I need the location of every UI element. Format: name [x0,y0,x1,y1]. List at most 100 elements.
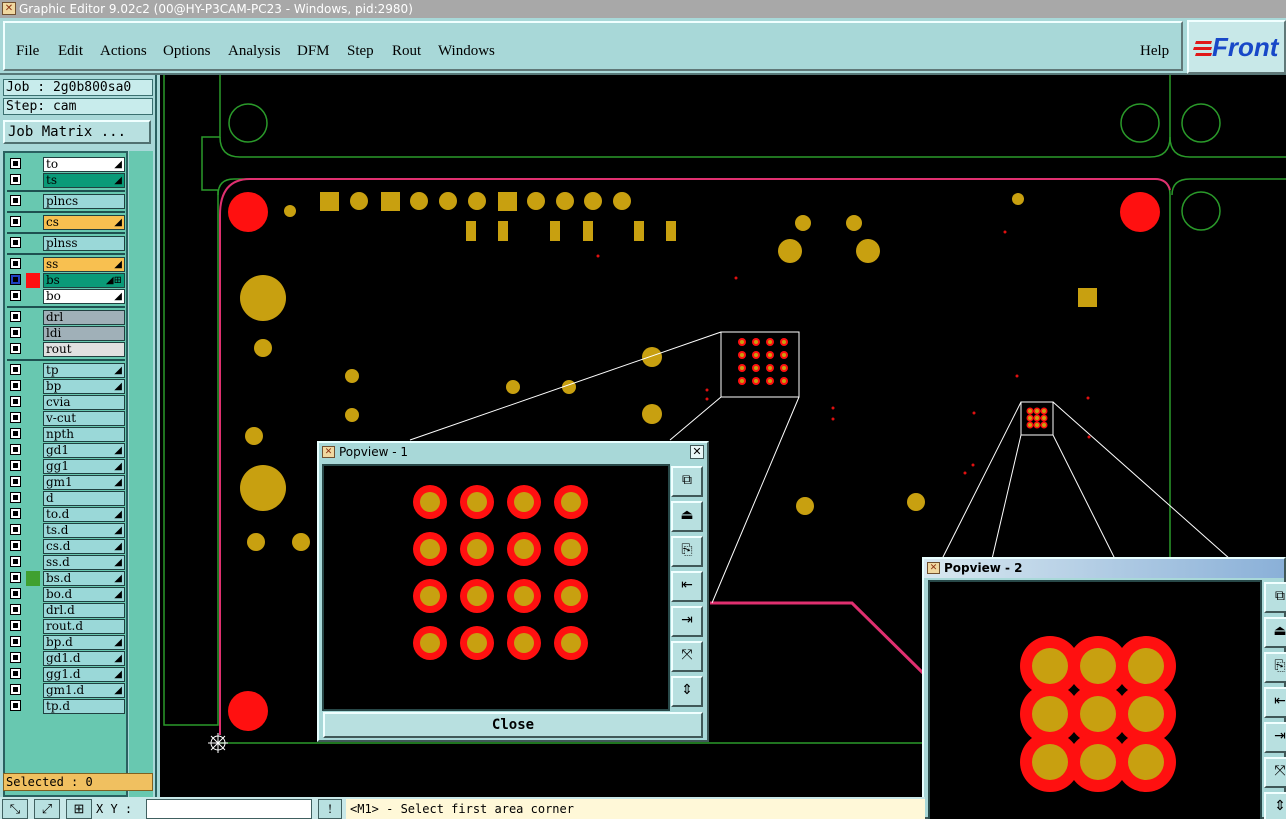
layer-row-cs[interactable]: cs ◢ [7,215,127,231]
layer-checkbox[interactable] [10,343,21,354]
xy-coordinate-input[interactable] [146,799,312,819]
layer-name[interactable]: gm1 ◢ [43,475,125,490]
layer-checkbox[interactable] [10,290,21,301]
layer-row-npth[interactable]: npth [7,427,127,443]
layer-checkbox[interactable] [10,620,21,631]
layer-checkbox[interactable] [10,556,21,567]
zoom-out-icon[interactable]: ⇕ [671,676,703,707]
layer-row-v-cut[interactable]: v-cut [7,411,127,427]
pan-up-icon[interactable]: ⏏ [671,501,703,532]
layer-checkbox[interactable] [10,274,21,285]
popview-1-close-button[interactable]: Close [323,712,703,738]
layer-checkbox[interactable] [10,195,21,206]
layer-name[interactable]: gd1 ◢ [43,443,125,458]
layer-checkbox[interactable] [10,311,21,322]
menu-options[interactable]: Options [163,43,211,60]
layer-row-bp[interactable]: bp ◢ [7,379,127,395]
menu-edit[interactable]: Edit [58,43,83,60]
layer-row-ts-d[interactable]: ts.d ◢ [7,523,127,539]
layer-name[interactable]: plncs [43,194,125,209]
layer-row-rout-d[interactable]: rout.d [7,619,127,635]
popview-2-viewport[interactable] [928,580,1262,819]
layer-name[interactable]: cvia [43,395,125,410]
layer-row-drl[interactable]: drl [7,310,127,326]
layer-name[interactable]: rout [43,342,125,357]
layer-row-ss-d[interactable]: ss.d ◢ [7,555,127,571]
menu-file[interactable]: File [16,43,39,60]
layer-checkbox[interactable] [10,572,21,583]
layer-name[interactable]: tp.d [43,699,125,714]
layer-checkbox[interactable] [10,396,21,407]
pan-right-icon[interactable]: ⇥ [671,606,703,637]
layer-name[interactable]: cs ◢ [43,215,125,230]
menu-rout[interactable]: Rout [392,43,421,60]
layer-row-bo[interactable]: bo ◢ [7,289,127,305]
layer-name[interactable]: d [43,491,125,506]
popview-1-close-icon[interactable]: ✕ [690,445,704,459]
layer-name[interactable]: drl [43,310,125,325]
layer-row-plncs[interactable]: plncs [7,194,127,210]
zoom-out-icon[interactable]: ⇕ [1264,792,1286,819]
layer-checkbox[interactable] [10,700,21,711]
menu-actions[interactable]: Actions [100,43,147,60]
layer-row-gd1[interactable]: gd1 ◢ [7,443,127,459]
menu-analysis[interactable]: Analysis [228,43,281,60]
layer-row-plnss[interactable]: plnss [7,236,127,252]
menu-dfm[interactable]: DFM [297,43,330,60]
layer-row-cs-d[interactable]: cs.d ◢ [7,539,127,555]
layer-row-ldi[interactable]: ldi [7,326,127,342]
alert-icon[interactable]: ! [318,799,342,819]
layer-name[interactable]: tp ◢ [43,363,125,378]
layer-row-to[interactable]: to ◢ [7,157,127,173]
pan-down-icon[interactable]: ⎘ [1264,652,1286,683]
layer-name[interactable]: ss ◢ [43,257,125,272]
pan-up-icon[interactable]: ⏏ [1264,617,1286,648]
layer-checkbox[interactable] [10,364,21,375]
layer-list-scrollbar[interactable] [129,151,153,797]
zoom-in-icon[interactable]: ⤧ [671,641,703,672]
grid-tool-icon[interactable]: ⊞ [66,799,92,819]
layer-name[interactable]: drl.d [43,603,125,618]
line-tool-icon[interactable]: ⤡ [2,799,28,819]
menu-step[interactable]: Step [347,43,374,60]
layer-checkbox[interactable] [10,216,21,227]
layer-row-to-d[interactable]: to.d ◢ [7,507,127,523]
menu-help[interactable]: Help [1140,43,1169,60]
popview-2-window[interactable]: ✕ Popview - 2 ⧉ ⏏ ⎘ ⇤ ⇥ ⤧ ⇕ [922,557,1286,819]
pan-right-icon[interactable]: ⇥ [1264,722,1286,753]
menu-windows[interactable]: Windows [438,43,495,60]
layer-checkbox[interactable] [10,684,21,695]
layer-row-ss[interactable]: ss ◢ [7,257,127,273]
layer-name[interactable]: bo ◢ [43,289,125,304]
layer-checkbox[interactable] [10,158,21,169]
layer-name[interactable]: gm1.d ◢ [43,683,125,698]
layer-checkbox[interactable] [10,460,21,471]
layer-checkbox[interactable] [10,476,21,487]
layer-row-bs-d[interactable]: bs.d ◢ [7,571,127,587]
layer-checkbox[interactable] [10,237,21,248]
layer-checkbox[interactable] [10,380,21,391]
layer-row-bs[interactable]: bs ◢⊞ [7,273,127,289]
layer-name[interactable]: bp ◢ [43,379,125,394]
layer-name[interactable]: ldi [43,326,125,341]
job-matrix-button[interactable]: Job Matrix ... [3,120,151,144]
layer-row-gg1-d[interactable]: gg1.d ◢ [7,667,127,683]
popview-1-titlebar[interactable]: ✕ Popview - 1 ✕ [319,443,707,462]
layer-row-tp-d[interactable]: tp.d [7,699,127,715]
layer-checkbox[interactable] [10,444,21,455]
layer-checkbox[interactable] [10,588,21,599]
layer-name[interactable]: bp.d ◢ [43,635,125,650]
layer-name[interactable]: gd1.d ◢ [43,651,125,666]
layer-checkbox[interactable] [10,492,21,503]
layer-name[interactable]: ts.d ◢ [43,523,125,538]
popview-1-viewport[interactable] [322,464,670,711]
layer-row-bp-d[interactable]: bp.d ◢ [7,635,127,651]
layer-name[interactable]: npth [43,427,125,442]
layer-name[interactable]: plnss [43,236,125,251]
layer-row-gm1[interactable]: gm1 ◢ [7,475,127,491]
measure-tool-icon[interactable]: ⤢ [34,799,60,819]
layer-checkbox[interactable] [10,636,21,647]
layer-row-gd1-d[interactable]: gd1.d ◢ [7,651,127,667]
layer-checkbox[interactable] [10,652,21,663]
layer-name[interactable]: ts ◢ [43,173,125,188]
